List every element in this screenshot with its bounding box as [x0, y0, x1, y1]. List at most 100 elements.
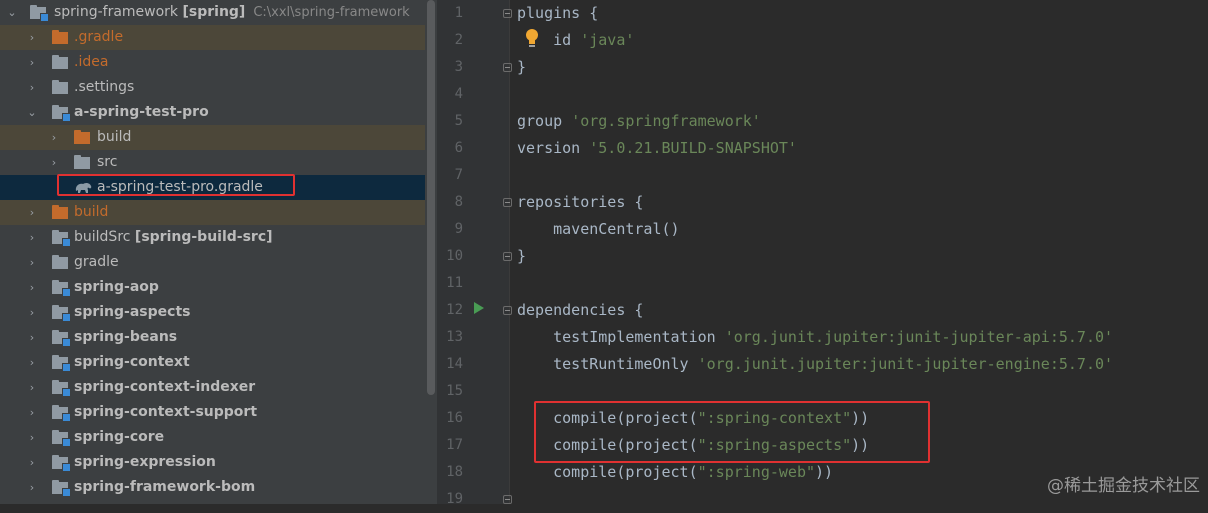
line-number: 18	[446, 464, 463, 480]
line-number: 7	[454, 167, 463, 183]
tree-item-spring-aspects[interactable]: › spring-aspects	[0, 300, 425, 325]
line-number: 17	[446, 437, 463, 453]
module-folder-icon	[52, 280, 71, 297]
line-number: 13	[446, 329, 463, 345]
code-line: }	[517, 247, 527, 265]
folder-icon	[74, 155, 90, 169]
chevron-down-icon[interactable]: ⌄	[6, 0, 18, 25]
chevron-right-icon[interactable]: ›	[26, 300, 38, 325]
module-folder-icon	[52, 305, 71, 322]
module-folder-icon	[52, 230, 71, 247]
tree-item-build[interactable]: › build	[0, 200, 425, 225]
module-folder-icon	[52, 355, 71, 372]
tree-root-row[interactable]: ⌄ spring-framework [spring] C:\xxl\spring…	[0, 0, 425, 25]
tree-item-src[interactable]: › src	[0, 150, 425, 175]
code-line: version '5.0.21.BUILD-SNAPSHOT'	[517, 139, 797, 157]
line-number: 3	[454, 59, 463, 75]
fold-marker[interactable]	[503, 306, 512, 315]
chevron-right-icon[interactable]: ›	[26, 475, 38, 500]
chevron-right-icon[interactable]: ›	[48, 150, 60, 175]
project-tree-panel: ⌄ spring-framework [spring] C:\xxl\spring…	[0, 0, 425, 504]
tree-item-spring-beans[interactable]: › spring-beans	[0, 325, 425, 350]
module-folder-icon	[52, 405, 71, 422]
folder-icon	[52, 80, 68, 94]
code-highlight-box	[534, 401, 930, 463]
module-folder-icon	[52, 455, 71, 472]
lightbulb-icon[interactable]	[524, 27, 540, 49]
tree-item-spring-context-support[interactable]: › spring-context-support	[0, 400, 425, 425]
tree-item-buildsrc[interactable]: › buildSrc [spring-build-src]	[0, 225, 425, 250]
code-line: compile(project(":spring-web"))	[517, 463, 834, 481]
tree-item-spring-context-indexer[interactable]: › spring-context-indexer	[0, 375, 425, 400]
line-number: 19	[446, 491, 463, 507]
fold-marker[interactable]	[503, 9, 512, 18]
line-number: 16	[446, 410, 463, 426]
code-line: testImplementation 'org.junit.jupiter:ju…	[517, 328, 1114, 346]
tree-item-spring-framework-bom[interactable]: › spring-framework-bom	[0, 475, 425, 500]
line-number: 2	[454, 32, 463, 48]
code-line: mavenCentral()	[517, 220, 680, 238]
tree-item-gradle[interactable]: › gradle	[0, 250, 425, 275]
chevron-right-icon[interactable]: ›	[26, 25, 38, 50]
line-number: 14	[446, 356, 463, 372]
chevron-right-icon[interactable]: ›	[26, 325, 38, 350]
code-line: repositories {	[517, 193, 644, 211]
chevron-right-icon[interactable]: ›	[26, 425, 38, 450]
tree-root-label: spring-framework [spring] C:\xxl\spring-f…	[54, 4, 410, 20]
chevron-right-icon[interactable]: ›	[26, 375, 38, 400]
fold-marker[interactable]	[503, 252, 512, 261]
code-line: plugins {	[517, 4, 599, 22]
module-folder-icon	[52, 430, 71, 447]
tree-item-build-sub[interactable]: › build	[0, 125, 425, 150]
watermark: @稀土掘金技术社区	[1047, 476, 1200, 496]
fold-marker[interactable]	[503, 63, 512, 72]
code-line: group 'org.springframework'	[517, 112, 761, 130]
code-editor[interactable]: 1 2 3 4 5 6 7 8 9 10 11 12 13 14 15 16 17 18 19 plugins { …	[437, 0, 1208, 507]
line-number: 11	[446, 275, 463, 291]
code-line: }	[517, 58, 527, 76]
chevron-right-icon[interactable]: ›	[26, 275, 38, 300]
chevron-right-icon[interactable]: ›	[26, 350, 38, 375]
chevron-right-icon[interactable]: ›	[26, 250, 38, 275]
chevron-right-icon[interactable]: ›	[26, 450, 38, 475]
module-folder-icon	[52, 105, 71, 122]
module-folder-icon	[52, 380, 71, 397]
module-folder-icon	[52, 480, 71, 497]
chevron-right-icon[interactable]: ›	[26, 75, 38, 100]
chevron-right-icon[interactable]: ›	[26, 400, 38, 425]
chevron-down-icon[interactable]: ⌄	[26, 100, 38, 125]
code-line: testRuntimeOnly 'org.junit.jupiter:junit…	[517, 355, 1114, 373]
line-number: 4	[454, 86, 463, 102]
tree-item-spring-context[interactable]: › spring-context	[0, 350, 425, 375]
folder-icon	[74, 130, 90, 144]
scrollbar-thumb[interactable]	[427, 0, 435, 395]
fold-marker[interactable]	[503, 495, 512, 504]
chevron-right-icon[interactable]: ›	[48, 125, 60, 150]
run-gutter-icon[interactable]	[474, 302, 484, 314]
tree-item-idea[interactable]: › .idea	[0, 50, 425, 75]
line-number: 1	[454, 5, 463, 21]
line-number: 6	[454, 140, 463, 156]
tree-item-spring-aop[interactable]: › spring-aop	[0, 275, 425, 300]
fold-marker[interactable]	[503, 198, 512, 207]
line-number: 10	[446, 248, 463, 264]
tree-scrollbar[interactable]	[425, 0, 437, 504]
chevron-right-icon[interactable]: ›	[26, 200, 38, 225]
tree-item-gradle-dir[interactable]: › .gradle	[0, 25, 425, 50]
module-folder-icon	[52, 330, 71, 347]
line-number: 9	[454, 221, 463, 237]
editor-gutter: 1 2 3 4 5 6 7 8 9 10 11 12 13 14 15 16 17 18 19	[437, 0, 510, 507]
line-number: 12	[446, 302, 463, 318]
tree-item-spring-core[interactable]: › spring-core	[0, 425, 425, 450]
chevron-right-icon[interactable]: ›	[26, 225, 38, 250]
tree-item-settings[interactable]: › .settings	[0, 75, 425, 100]
line-number: 8	[454, 194, 463, 210]
tree-item-spring-expression[interactable]: › spring-expression	[0, 450, 425, 475]
code-line: dependencies {	[517, 301, 644, 319]
chevron-right-icon[interactable]: ›	[26, 50, 38, 75]
line-number: 15	[446, 383, 463, 399]
tree-item-a-spring-test-pro[interactable]: ⌄ a-spring-test-pro	[0, 100, 425, 125]
tree-highlight-box	[57, 174, 295, 196]
folder-icon	[52, 205, 68, 219]
module-folder-icon	[30, 5, 49, 22]
